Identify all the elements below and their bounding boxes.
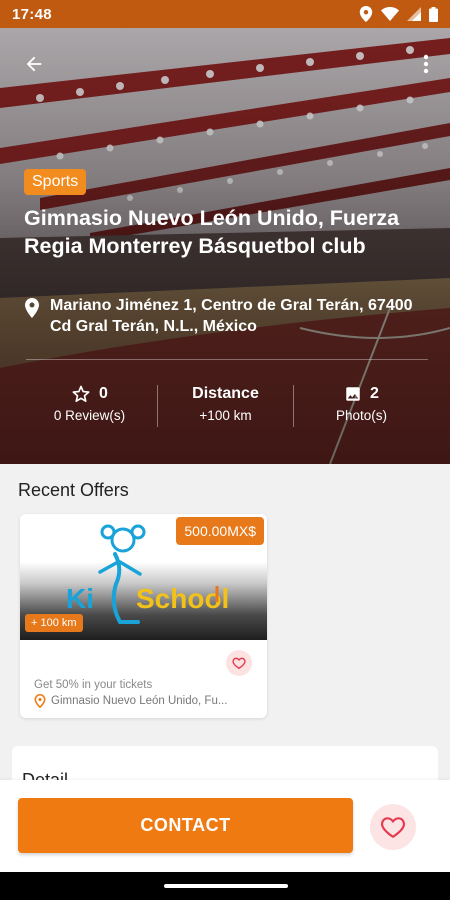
more-vert-icon xyxy=(423,54,429,74)
bottom-action-bar: CONTACT xyxy=(0,780,450,872)
hero-header: Sports Gimnasio Nuevo León Unido, Fuerza… xyxy=(0,28,450,464)
offer-description: Get 50% in your tickets xyxy=(34,679,153,691)
location-icon xyxy=(359,6,373,22)
svg-text:School: School xyxy=(136,583,229,614)
more-options-button[interactable] xyxy=(414,48,438,80)
photos-stat[interactable]: 2 Photo(s) xyxy=(294,383,429,427)
address-text: Mariano Jiménez 1, Centro de Gral Terán,… xyxy=(50,297,413,335)
distance-title: Distance xyxy=(192,385,259,402)
status-icons xyxy=(359,6,438,22)
stats-row: 0 0 Review(s) Distance +100 km 2 Photo(s… xyxy=(0,383,450,427)
battery-icon xyxy=(429,6,438,22)
image-icon xyxy=(346,387,360,401)
signal-icon xyxy=(407,7,421,21)
star-outline-icon xyxy=(72,385,90,402)
distance-value: +100 km xyxy=(199,408,252,423)
arrow-left-icon xyxy=(26,56,42,72)
wifi-icon xyxy=(381,7,399,21)
reviews-count: 0 xyxy=(99,385,108,402)
svg-text:Ki: Ki xyxy=(66,583,94,614)
system-navigation-bar xyxy=(0,872,450,900)
heart-outline-icon xyxy=(381,817,405,839)
category-badge: Sports xyxy=(24,169,87,195)
offer-location: Gimnasio Nuevo León Unido, Fu... xyxy=(34,694,258,708)
back-button[interactable] xyxy=(18,48,50,80)
hero-divider xyxy=(26,359,428,360)
place-title: Gimnasio Nuevo León Unido, Fuerza Regia … xyxy=(24,206,400,258)
contact-button[interactable]: CONTACT xyxy=(18,798,353,853)
status-time: 17:48 xyxy=(12,5,52,23)
offer-distance-badge: + 100 km xyxy=(25,614,83,632)
photos-label: Photo(s) xyxy=(335,408,388,423)
offer-card[interactable]: Ki School 500.00MX$ + 100 km Get 50% in … xyxy=(20,514,267,718)
home-gesture-handle[interactable] xyxy=(164,884,288,888)
offer-image: Ki School 500.00MX$ + 100 km xyxy=(20,514,267,640)
offer-favorite-button[interactable] xyxy=(226,650,252,676)
location-pin-icon xyxy=(25,298,39,318)
location-pin-icon xyxy=(34,694,46,708)
favorite-button[interactable] xyxy=(370,804,416,850)
photos-count: 2 xyxy=(370,385,379,402)
recent-offers-title: Recent Offers xyxy=(18,480,129,500)
heart-outline-icon xyxy=(232,657,246,670)
offer-price-badge: 500.00MX$ xyxy=(176,517,264,545)
address-row: Mariano Jiménez 1, Centro de Gral Terán,… xyxy=(24,295,434,337)
offer-location-text: Gimnasio Nuevo León Unido, Fu... xyxy=(51,695,228,707)
distance-stat: Distance +100 km xyxy=(158,383,293,427)
status-bar: 17:48 xyxy=(0,0,450,28)
reviews-label: 0 Review(s) xyxy=(53,408,126,423)
reviews-stat[interactable]: 0 0 Review(s) xyxy=(22,383,157,427)
